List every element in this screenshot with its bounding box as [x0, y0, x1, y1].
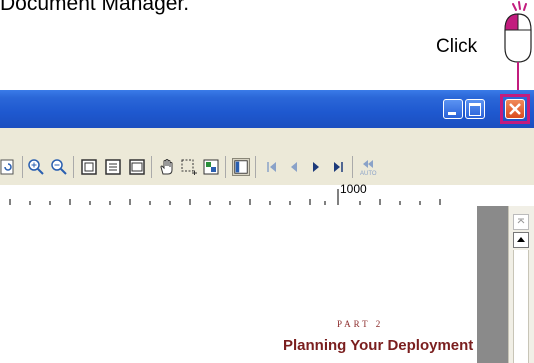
last-page-icon[interactable] — [329, 158, 347, 176]
fit-page-icon[interactable] — [104, 158, 122, 176]
part-label: PART 2 — [337, 319, 384, 329]
first-page-icon[interactable] — [263, 158, 281, 176]
ruler-ticks — [9, 189, 441, 205]
vertical-scrollbar[interactable] — [508, 206, 534, 363]
maximize-icon — [469, 103, 481, 116]
toolbar-separator — [22, 156, 23, 178]
toolbar-separator — [73, 156, 74, 178]
marquee-zoom-icon[interactable] — [180, 158, 198, 176]
navigation-pane-icon[interactable] — [232, 158, 250, 176]
next-page-icon[interactable] — [307, 158, 325, 176]
scroll-top-button[interactable] — [513, 214, 529, 230]
zoom-in-icon[interactable] — [27, 158, 45, 176]
caption-text: Document Manager. — [0, 0, 190, 15]
svg-text:AUTO: AUTO — [360, 171, 377, 176]
toolbar-separator — [151, 156, 152, 178]
scroll-to-top-icon — [517, 218, 525, 224]
toolbar-separator — [225, 156, 226, 178]
toolbar-separator — [255, 156, 256, 178]
close-icon — [509, 103, 521, 115]
previous-page-icon[interactable] — [285, 158, 303, 176]
zoom-out-icon[interactable] — [50, 158, 68, 176]
scroll-up-button[interactable] — [513, 232, 529, 248]
toolbar: AUTO — [0, 150, 534, 186]
snapshot-icon[interactable] — [202, 158, 220, 176]
mouse-icon — [504, 1, 532, 96]
menu-bar — [0, 128, 534, 151]
click-callout-label: Click — [436, 36, 478, 57]
fit-width-icon[interactable] — [128, 158, 146, 176]
refresh-icon[interactable] — [0, 158, 18, 176]
minimize-icon — [448, 112, 456, 115]
horizontal-ruler — [0, 185, 534, 207]
minimize-button[interactable] — [443, 99, 463, 119]
hand-tool-icon[interactable] — [158, 158, 176, 176]
toolbar-separator — [352, 156, 353, 178]
window-titlebar — [0, 90, 534, 128]
scroll-up-icon — [517, 237, 525, 242]
actual-size-icon[interactable] — [80, 158, 98, 176]
ruler-label: 1000 — [340, 182, 367, 196]
maximize-button[interactable] — [465, 99, 485, 119]
close-button[interactable] — [505, 99, 525, 119]
document-heading: Planning Your Deployment — [283, 337, 474, 354]
scroll-track[interactable] — [513, 250, 529, 363]
auto-scroll-icon[interactable]: AUTO — [358, 158, 380, 176]
